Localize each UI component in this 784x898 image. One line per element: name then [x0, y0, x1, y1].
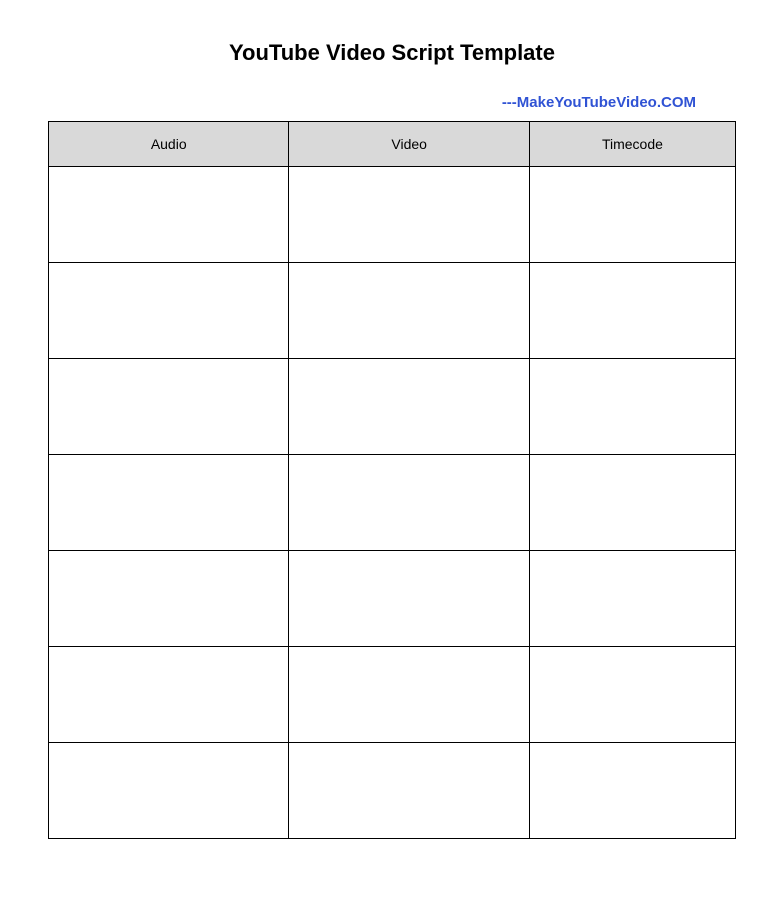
table-row — [49, 167, 736, 263]
cell-timecode — [529, 455, 735, 551]
cell-video — [289, 455, 529, 551]
cell-video — [289, 743, 529, 839]
cell-timecode — [529, 551, 735, 647]
cell-video — [289, 167, 529, 263]
attribution-link[interactable]: ---MakeYouTubeVideo.COM — [48, 94, 736, 111]
cell-audio — [49, 647, 289, 743]
cell-video — [289, 647, 529, 743]
script-table: Audio Video Timecode — [48, 121, 736, 839]
cell-video — [289, 359, 529, 455]
table-row — [49, 359, 736, 455]
cell-audio — [49, 263, 289, 359]
cell-timecode — [529, 359, 735, 455]
column-header-timecode: Timecode — [529, 122, 735, 167]
table-row — [49, 551, 736, 647]
cell-video — [289, 551, 529, 647]
page-title: YouTube Video Script Template — [48, 40, 736, 66]
cell-audio — [49, 455, 289, 551]
column-header-video: Video — [289, 122, 529, 167]
table-row — [49, 743, 736, 839]
cell-timecode — [529, 263, 735, 359]
cell-audio — [49, 359, 289, 455]
cell-audio — [49, 551, 289, 647]
table-header-row: Audio Video Timecode — [49, 122, 736, 167]
cell-video — [289, 263, 529, 359]
cell-timecode — [529, 167, 735, 263]
table-row — [49, 647, 736, 743]
cell-timecode — [529, 743, 735, 839]
cell-timecode — [529, 647, 735, 743]
cell-audio — [49, 743, 289, 839]
cell-audio — [49, 167, 289, 263]
column-header-audio: Audio — [49, 122, 289, 167]
table-row — [49, 263, 736, 359]
table-row — [49, 455, 736, 551]
